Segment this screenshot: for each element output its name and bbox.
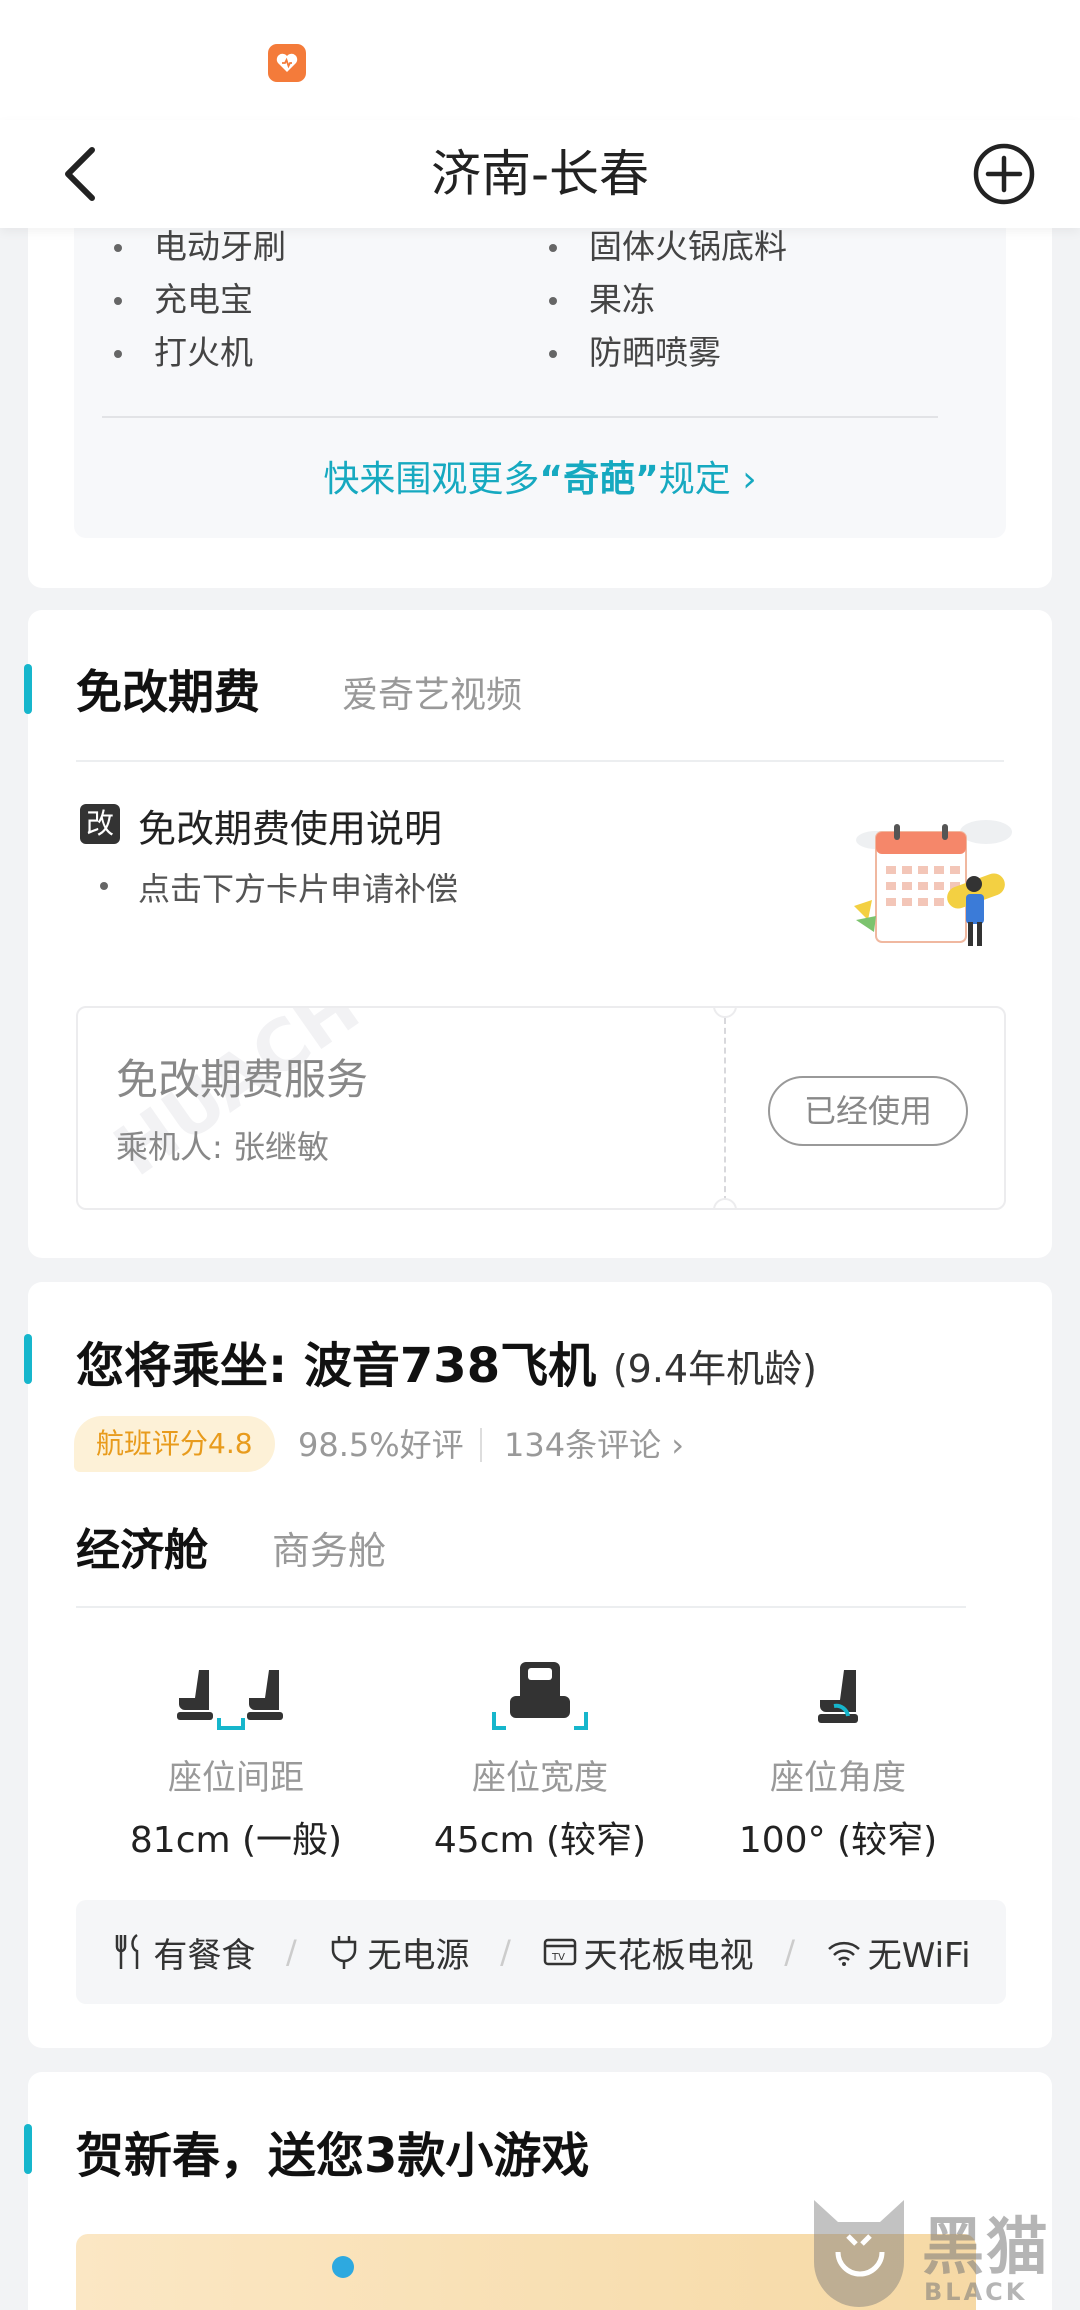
list-item: 打火机 [108,326,286,379]
amenity-separator: / [286,1933,297,1971]
info-title: 免改期费使用说明 [138,807,443,851]
seat-pitch-icon [177,1670,283,1730]
free-change-ticket[interactable]: HUACH 免改期费服务 乘机人: 张继敏 已经使用 [76,1006,1006,1210]
wifi-icon [827,1941,860,1966]
amenity-label: 有餐食 [153,1935,256,1976]
list-item: 果冻 [543,273,787,326]
ticket-divider [724,1018,726,1202]
seat-pitch-value: 81cm (一般) [129,1820,343,1861]
seat-width-icon [492,1662,588,1730]
calendar-illustration-icon [854,820,1012,946]
good-rate: 98.5%好评 [298,1426,464,1464]
section-accent-bar [24,664,32,714]
cat-logo-icon [814,2200,904,2307]
amenity-wifi: 无WiFi [826,1928,971,1977]
banner-dot [332,2256,354,2278]
reviews-link[interactable]: 134条评论 › [504,1420,684,1466]
ticket-passenger: 乘机人: 张继敏 [116,1128,329,1166]
prohibited-list-right: 固体火锅底料 果冻 防晒喷雾 [543,220,787,379]
ticket-notch [713,1008,737,1018]
seat-angle: 座位角度 100° (较窄) [688,1656,988,1863]
divider [480,1428,482,1462]
svg-text:TV: TV [551,1952,565,1963]
amenity-label: 无WiFi [867,1935,971,1976]
divider [102,416,938,418]
add-button[interactable] [964,134,1044,214]
list-item: 充电宝 [108,273,286,326]
divider [76,1606,966,1608]
ticket-notch [713,1198,737,1208]
blackcat-watermark: 黑猫 BLACK CAT [808,2192,1080,2310]
aircraft-model: 您将乘坐: 波音738飞机 [76,1338,597,1394]
nav-bar: 济南-长春 [0,120,1080,228]
prohibited-list-left: 电动牙刷 充电宝 打火机 [108,220,286,379]
amenity-label: 天花板电视 [583,1935,754,1976]
amenity-power: 无电源 [327,1928,469,1977]
notification-app-icon [268,44,306,82]
list-item: 防晒喷雾 [543,326,787,379]
flight-rating-badge: 航班评分4.8 [74,1416,275,1472]
seat-pitch-label: 座位间距 [168,1758,304,1798]
section-accent-bar [24,2124,32,2174]
amenity-label: 无电源 [367,1935,470,1976]
seat-angle-value: 100° (较窄) [738,1820,938,1861]
games-title: 贺新春，送您3款小游戏 [76,2128,590,2184]
tv-icon: TV [543,1938,576,1966]
tab-business[interactable]: 商务舱 [272,1520,386,1575]
section-title: 免改期费 [76,665,260,719]
info-bullet: 点击下方卡片申请补偿 [99,864,458,910]
seat-width-label: 座位宽度 [472,1758,608,1798]
used-status-button[interactable]: 已经使用 [768,1076,968,1146]
aircraft-card: 您将乘坐: 波音738飞机 (9.4年机龄) 航班评分4.8 98.5%好评 1… [24,1282,1052,2048]
plus-circle-icon [973,143,1035,205]
blackcat-brand-en: BLACK CAT [924,2278,1028,2310]
page-title: 济南-长春 [430,145,650,203]
status-bar [0,0,1080,120]
change-badge-icon: 改 [80,804,120,844]
more-link-suffix: 规定 › [658,459,757,500]
free-change-card: 免改期费 爱奇艺视频 改 免改期费使用说明 点击下方卡片申请补偿 HUACH 免… [24,610,1052,1258]
seat-width-value: 45cm (较窄) [433,1820,647,1861]
section-accent-bar [24,1334,32,1384]
prohibited-items-card: 电动牙刷 充电宝 打火机 固体火锅底料 果冻 防晒喷雾 快来围观更多“奇葩”规定… [28,200,1052,588]
aircraft-age: (9.4年机龄) [612,1347,817,1391]
more-link-highlight: “奇葩” [539,459,659,500]
amenity-meal: 有餐食 [111,1928,255,1977]
seat-recline-icon [818,1670,858,1723]
more-link-prefix: 快来围观更多 [323,459,540,500]
amenity-tv: TV 天花板电视 [542,1928,754,1977]
seat-width: 座位宽度 45cm (较窄) [390,1656,690,1863]
divider [76,760,1004,762]
more-rules-link[interactable]: 快来围观更多“奇葩”规定 › [28,450,1052,502]
cutlery-icon [116,1933,139,1969]
amenity-separator: / [500,1933,511,1971]
seat-angle-label: 座位角度 [770,1758,906,1798]
ticket-service-name: 免改期费服务 [116,1055,369,1104]
seat-pitch: 座位间距 81cm (一般) [86,1656,386,1863]
aircraft-title: 您将乘坐: 波音738飞机 (9.4年机龄) [76,1326,817,1396]
tab-economy[interactable]: 经济舱 [76,1514,208,1578]
plug-icon [332,1936,357,1969]
sponsor-label: 爱奇艺视频 [342,675,523,716]
amenities-bar: 有餐食 / 无电源 / TV 天花板电视 / 无WiFi [76,1900,1006,2004]
blackcat-brand: 黑猫 [922,2210,1051,2283]
amenity-separator: / [784,1933,796,1971]
